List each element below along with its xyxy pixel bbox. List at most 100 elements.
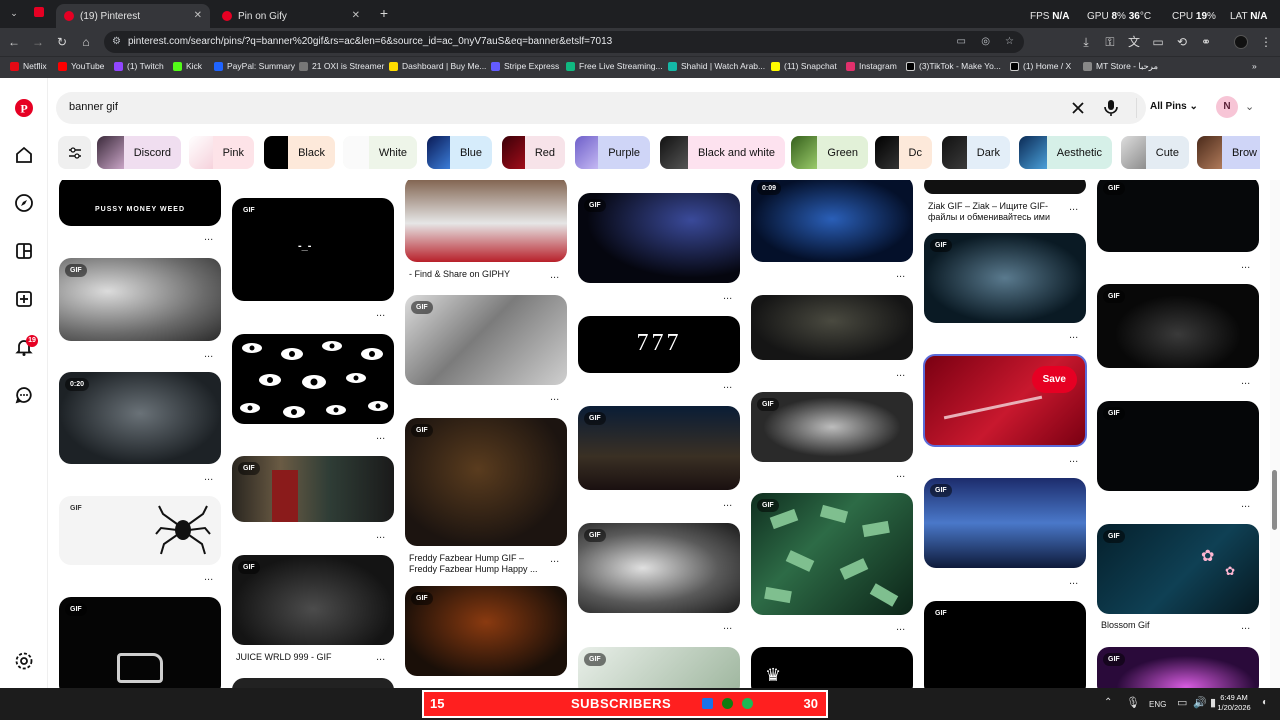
- more-options-icon[interactable]: ...: [376, 430, 385, 442]
- chip-pink[interactable]: Pink: [189, 136, 254, 169]
- more-options-icon[interactable]: ...: [723, 620, 732, 632]
- more-options-icon[interactable]: ...: [1069, 329, 1078, 341]
- chip-dark[interactable]: Dark: [942, 136, 1010, 169]
- pin-card[interactable]: GIF: [1097, 284, 1259, 368]
- search-bar[interactable]: banner gif: [56, 92, 1146, 124]
- language-indicator[interactable]: ENG: [1149, 700, 1166, 709]
- pin-card[interactable]: PUSSY MONEY WEED: [59, 180, 221, 226]
- chip-black[interactable]: Black: [264, 136, 335, 169]
- install-app-icon[interactable]: ▭: [957, 31, 966, 53]
- pin-card[interactable]: GIF: [232, 555, 394, 645]
- chip-cute[interactable]: Cute: [1121, 136, 1189, 169]
- bookmark-x[interactable]: (1) Home / X: [1010, 61, 1071, 71]
- bookmark-21oxi[interactable]: 21 OXI is Streamer: [299, 61, 384, 71]
- bookmark-kick[interactable]: Kick: [173, 61, 202, 71]
- pin-card[interactable]: GIF: [405, 418, 567, 546]
- pin-card[interactable]: [405, 180, 567, 262]
- more-options-icon[interactable]: ...: [550, 553, 559, 565]
- messages-icon[interactable]: [14, 385, 34, 405]
- pin-card[interactable]: 0:09: [751, 180, 913, 262]
- tab-pinterest[interactable]: (19) Pinterest ✕: [56, 4, 210, 28]
- scrollbar-thumb[interactable]: [1272, 470, 1277, 530]
- pin-card[interactable]: GIF: [924, 601, 1086, 688]
- tab-search-icon[interactable]: ⌄: [6, 5, 22, 21]
- pin-card[interactable]: [232, 678, 394, 688]
- url-field[interactable]: ⚙ pinterest.com/search/pins/?q=banner%20…: [104, 31, 1024, 53]
- more-options-icon[interactable]: ...: [1241, 498, 1250, 510]
- more-options-icon[interactable]: ...: [1069, 453, 1078, 465]
- more-options-icon[interactable]: ...: [1241, 375, 1250, 387]
- pin-card[interactable]: 777: [578, 316, 740, 373]
- chip-white[interactable]: White: [343, 136, 417, 169]
- filter-settings-chip[interactable]: [58, 136, 91, 169]
- chip-discord[interactable]: Discord: [97, 136, 181, 169]
- pin-card[interactable]: GIF: [1097, 180, 1259, 252]
- pins-filter-dropdown[interactable]: All Pins ⌄: [1150, 101, 1198, 112]
- more-bookmarks-icon[interactable]: »: [1252, 61, 1257, 71]
- microphone-tray-icon[interactable]: 🎙: [1126, 696, 1140, 709]
- back-icon[interactable]: ←: [6, 34, 22, 50]
- bookmark-stripe[interactable]: Stripe Express: [491, 61, 559, 71]
- xbox-icon[interactable]: [722, 698, 733, 709]
- close-tab-icon[interactable]: ✕: [194, 10, 202, 21]
- reload-icon[interactable]: ↻: [54, 34, 70, 50]
- more-options-icon[interactable]: ...: [1241, 259, 1250, 271]
- more-options-icon[interactable]: ...: [896, 621, 905, 633]
- password-icon[interactable]: ⚿: [1102, 34, 1118, 50]
- link-icon[interactable]: ⚭: [1198, 34, 1214, 50]
- more-options-icon[interactable]: ...: [204, 231, 213, 243]
- pin-card[interactable]: GIF: [59, 597, 221, 688]
- pinterest-logo-icon[interactable]: P: [14, 98, 34, 118]
- forward-icon[interactable]: →: [30, 34, 46, 50]
- chip-purple[interactable]: Purple: [575, 136, 650, 169]
- clear-search-icon[interactable]: [1072, 102, 1084, 114]
- network-icon[interactable]: ▭: [1177, 696, 1187, 709]
- site-info-icon[interactable]: ⚙: [112, 31, 121, 53]
- pin-card[interactable]: GIF: [59, 496, 221, 565]
- pin-card[interactable]: GIF: [578, 523, 740, 613]
- pin-card[interactable]: 0:20: [59, 372, 221, 464]
- settings-gear-icon[interactable]: [14, 651, 34, 671]
- wallet-icon[interactable]: ▭: [1150, 34, 1166, 50]
- create-plus-icon[interactable]: [14, 289, 34, 309]
- pin-card[interactable]: [924, 180, 1086, 194]
- pin-card[interactable]: GIF: [1097, 401, 1259, 491]
- chip-red[interactable]: Red: [502, 136, 565, 169]
- pinned-tab-icon[interactable]: [34, 7, 44, 17]
- history-icon[interactable]: ⟲: [1174, 34, 1190, 50]
- more-options-icon[interactable]: ...: [1069, 201, 1078, 213]
- home-icon[interactable]: [14, 145, 34, 165]
- new-tab-icon[interactable]: +: [376, 5, 392, 21]
- more-options-icon[interactable]: ...: [376, 529, 385, 541]
- pin-card-hovered[interactable]: Save: [923, 354, 1087, 447]
- pin-card[interactable]: GIF ✿ ✿: [1097, 524, 1259, 614]
- pin-card[interactable]: GIF: [1097, 647, 1259, 688]
- more-options-icon[interactable]: ...: [896, 468, 905, 480]
- search-input[interactable]: banner gif: [69, 101, 118, 113]
- more-options-icon[interactable]: ...: [896, 268, 905, 280]
- volume-icon[interactable]: 🔊: [1193, 696, 1207, 709]
- chip-brown[interactable]: Brow: [1197, 136, 1260, 169]
- bookmark-mtstore[interactable]: MT Store - مرحبا: [1083, 61, 1158, 72]
- pin-card[interactable]: GIF: [59, 258, 221, 341]
- pin-card[interactable]: [751, 295, 913, 360]
- bookmark-tiktok[interactable]: (3)TikTok - Make Yo...: [906, 61, 1001, 71]
- more-options-icon[interactable]: ...: [550, 269, 559, 281]
- pin-card[interactable]: GIF: [578, 647, 740, 688]
- home-icon[interactable]: ⌂: [78, 34, 94, 50]
- microphone-icon[interactable]: [1104, 99, 1118, 117]
- bookmark-snapchat[interactable]: (11) Snapchat: [771, 61, 837, 71]
- pin-card[interactable]: GIF: [405, 586, 567, 676]
- notification-center-icon[interactable]: ◐: [1262, 697, 1268, 708]
- close-tab-icon[interactable]: ✕: [352, 10, 360, 21]
- translate-icon[interactable]: 文: [1126, 34, 1142, 50]
- explore-compass-icon[interactable]: [14, 193, 34, 213]
- more-options-icon[interactable]: ...: [723, 290, 732, 302]
- page-scrollbar[interactable]: [1270, 180, 1280, 688]
- pin-card[interactable]: GIF: [578, 406, 740, 490]
- pin-card[interactable]: GIF: [751, 392, 913, 462]
- bookmark-netflix[interactable]: Netflix: [10, 61, 47, 71]
- taskbar-app-icon[interactable]: [702, 698, 713, 709]
- save-pin-button[interactable]: Save: [1031, 366, 1077, 393]
- clock[interactable]: 6:49 AM 1/20/2026: [1214, 693, 1254, 713]
